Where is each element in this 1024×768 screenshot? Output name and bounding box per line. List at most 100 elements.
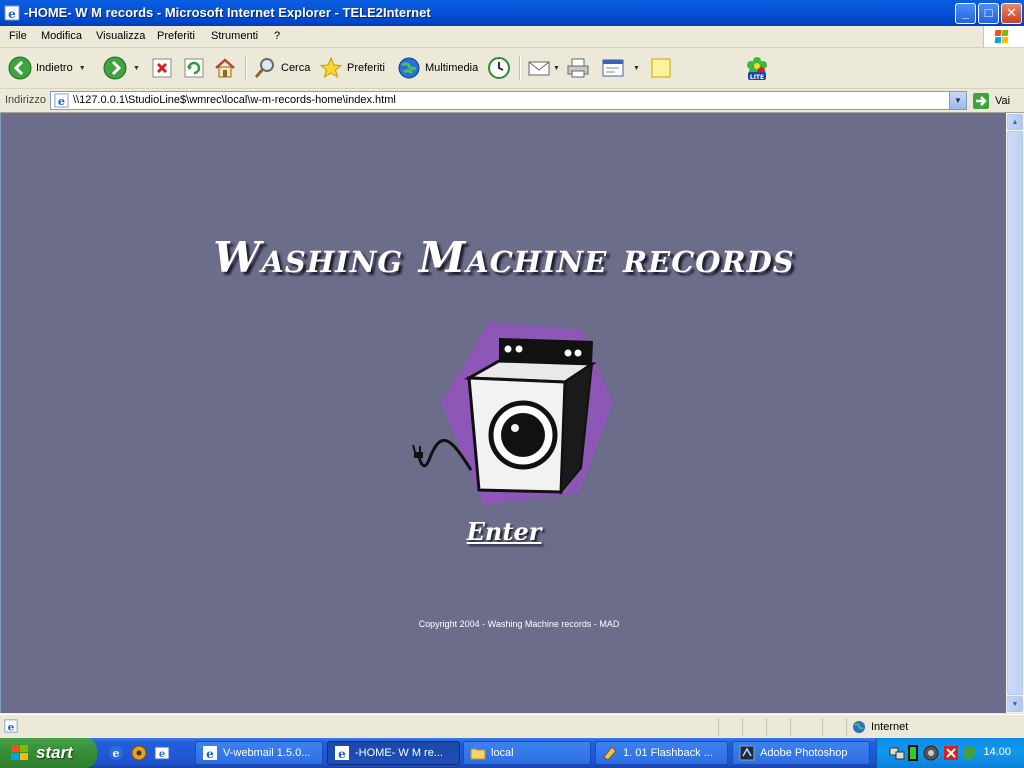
enter-link[interactable]: Enter: [1, 517, 1007, 546]
page-icon: e: [54, 93, 69, 108]
task-label: V-webmail 1.5.0...: [223, 747, 311, 759]
window-title: -HOME- W M records - Microsoft Internet …: [24, 5, 431, 20]
ie-icon: e: [4, 5, 20, 21]
edit-dropdown-icon[interactable]: ▼: [633, 65, 640, 72]
star-icon: [319, 56, 343, 79]
quicklaunch-desktop-icon[interactable]: e: [154, 745, 170, 761]
menu-visualizza[interactable]: Visualizza: [96, 30, 145, 42]
go-button[interactable]: Vai: [972, 91, 1010, 110]
history-icon: [488, 57, 510, 79]
maximize-button[interactable]: □: [978, 3, 999, 24]
menu-modifica[interactable]: Modifica: [41, 30, 82, 42]
stop-button[interactable]: [151, 55, 173, 81]
refresh-button[interactable]: [183, 55, 205, 81]
edit-button[interactable]: ▼: [601, 55, 640, 81]
svg-text:e: e: [159, 749, 165, 760]
task-photoshop[interactable]: Adobe Photoshop: [732, 741, 870, 765]
edit-page-icon: [602, 59, 624, 77]
menu-preferiti[interactable]: Preferiti: [157, 30, 195, 42]
favorites-button[interactable]: Preferiti: [319, 55, 385, 81]
task-home-wm-records[interactable]: e -HOME- W M re...: [327, 741, 460, 765]
mail-icon: [528, 61, 550, 76]
forward-arrow-icon: [103, 56, 127, 80]
start-label: start: [36, 743, 73, 762]
media-button[interactable]: Multimedia: [397, 55, 478, 81]
mail-dropdown-icon[interactable]: ▼: [553, 65, 560, 72]
ie-task-icon: e: [203, 746, 217, 761]
internet-globe-icon: [853, 721, 865, 733]
go-arrow-icon: [973, 92, 989, 109]
site-title: Washing Machine records: [213, 233, 795, 282]
status-bar: e Internet: [0, 714, 1024, 739]
page-content: Washing Machine records Enter Copyright …: [0, 113, 1007, 713]
scroll-up-icon[interactable]: ▲: [1007, 114, 1023, 130]
task-label: 1. 01 Flashback ...: [623, 747, 713, 759]
menu-file[interactable]: File: [9, 30, 27, 42]
folder-icon: [470, 748, 486, 760]
back-dropdown-icon[interactable]: ▼: [79, 65, 86, 72]
back-arrow-icon: [8, 56, 32, 80]
media-globe-icon: [398, 57, 420, 79]
windows-logo-icon: [983, 26, 1024, 47]
note-icon: [651, 58, 671, 78]
svg-text:e: e: [206, 747, 214, 761]
status-page-icon: e: [4, 719, 18, 733]
refresh-icon: [184, 58, 204, 78]
shield-icon[interactable]: [961, 745, 977, 761]
forward-dropdown-icon[interactable]: ▼: [133, 65, 140, 72]
taskbar: start e e e V-webmail 1.5.0... e -HOME- …: [0, 738, 1024, 768]
icq-lite-button[interactable]: LITE: [744, 55, 770, 81]
start-button[interactable]: start: [0, 738, 97, 768]
close-button[interactable]: ✕: [1001, 3, 1022, 24]
menu-help[interactable]: ?: [274, 30, 280, 42]
task-local-folder[interactable]: local: [463, 741, 591, 765]
title-bar: e -HOME- W M records - Microsoft Interne…: [0, 0, 1024, 26]
address-label: Indirizzo: [5, 94, 46, 106]
windows-flag-icon: [11, 745, 28, 760]
search-button[interactable]: Cerca: [253, 55, 310, 81]
scroll-down-icon[interactable]: ▼: [1007, 696, 1023, 712]
history-button[interactable]: [487, 55, 511, 81]
back-label: Indietro: [36, 62, 73, 74]
home-button[interactable]: [213, 55, 237, 81]
favorites-label: Preferiti: [347, 62, 385, 74]
address-input[interactable]: e \\127.0.0.1\StudioLine$\wmrec\local\w-…: [50, 91, 967, 110]
menu-bar: File Modifica Visualizza Preferiti Strum…: [0, 26, 1024, 48]
ie-task-icon: e: [335, 746, 349, 761]
vertical-scrollbar[interactable]: ▲ ▼: [1006, 113, 1024, 713]
photoshop-icon: [739, 745, 755, 761]
home-icon: [215, 58, 235, 78]
search-label: Cerca: [281, 62, 311, 74]
print-button[interactable]: [566, 55, 590, 81]
system-tray: 14.00: [876, 738, 1024, 768]
task-webmail[interactable]: e V-webmail 1.5.0...: [195, 741, 323, 765]
minimize-button[interactable]: _: [955, 3, 976, 24]
network-icon[interactable]: [889, 745, 905, 761]
task-flashback[interactable]: 1. 01 Flashback ...: [595, 741, 728, 765]
quicklaunch-media-icon[interactable]: [131, 745, 147, 761]
scroll-thumb[interactable]: [1007, 131, 1023, 695]
address-url: \\127.0.0.1\StudioLine$\wmrec\local\w-m-…: [73, 94, 396, 106]
go-label: Vai: [995, 94, 1011, 107]
meter-icon[interactable]: [908, 745, 918, 761]
security-icon[interactable]: [923, 745, 939, 761]
address-dropdown-icon[interactable]: ▼: [949, 92, 966, 109]
zone-label: Internet: [871, 721, 909, 733]
security-zone: Internet: [852, 720, 908, 734]
task-label: -HOME- W M re...: [355, 747, 443, 759]
media-label: Multimedia: [425, 62, 479, 74]
quicklaunch-ie-icon[interactable]: e: [108, 745, 124, 761]
task-label: local: [491, 747, 514, 759]
forward-button[interactable]: ▼: [103, 55, 140, 81]
address-bar: Indirizzo e \\127.0.0.1\StudioLine$\wmre…: [0, 89, 1024, 113]
toolbar: Indietro ▼ ▼ Cerca Preferiti Multimedia …: [0, 48, 1024, 89]
washing-machine-logo[interactable]: [411, 318, 621, 508]
svg-text:e: e: [58, 94, 65, 108]
mail-button[interactable]: ▼: [527, 55, 560, 81]
menu-strumenti[interactable]: Strumenti: [211, 30, 258, 42]
antivirus-icon[interactable]: [943, 745, 959, 761]
icq-flower-icon: LITE: [747, 57, 767, 81]
svg-text:e: e: [113, 747, 120, 760]
notes-button[interactable]: [649, 55, 673, 81]
back-button[interactable]: Indietro ▼: [8, 55, 86, 81]
